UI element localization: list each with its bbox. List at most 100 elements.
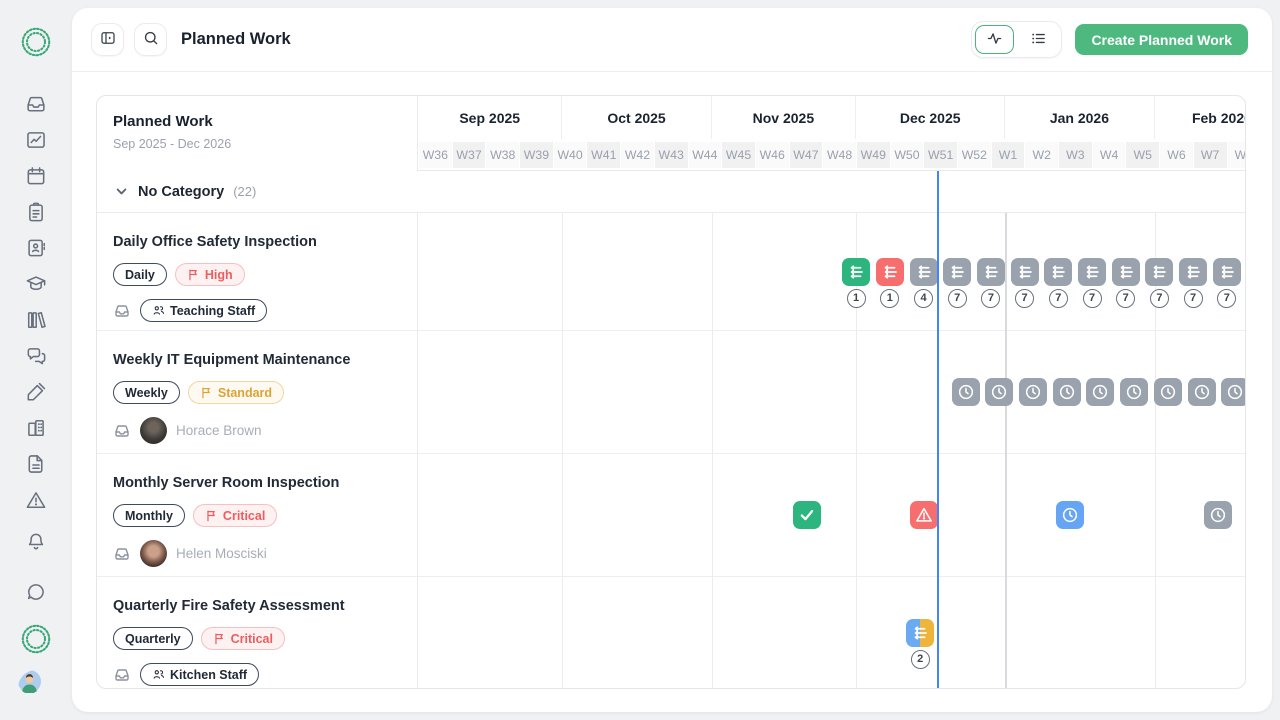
work-marker-list[interactable] [977,258,1005,286]
week-label: W7 [1193,142,1227,168]
page-title: Planned Work [181,30,291,49]
sidebar-item-compose-icon[interactable] [25,381,48,404]
timeline-view-button[interactable] [975,25,1014,54]
work-marker-list[interactable] [1179,258,1207,286]
frequency-badge: Quarterly [113,627,193,650]
task-row[interactable]: Weekly IT Equipment MaintenanceWeeklySta… [97,331,1245,454]
work-marker-list[interactable] [906,619,934,647]
create-planned-work-button[interactable]: Create Planned Work [1075,24,1248,55]
task-info: Quarterly Fire Safety AssessmentQuarterl… [97,577,418,688]
work-marker-list[interactable] [1145,258,1173,286]
marker-count: 7 [1049,289,1068,308]
task-row[interactable]: Quarterly Fire Safety AssessmentQuarterl… [97,577,1245,689]
work-marker-list[interactable] [1213,258,1241,286]
work-marker-clock[interactable] [1086,378,1114,406]
assignee-name: Horace Brown [176,423,262,438]
inbox-icon [113,545,131,563]
team-badge: Kitchen Staff [140,663,259,686]
week-label: W48 [822,142,856,168]
work-marker-list[interactable] [1078,258,1106,286]
sidebar-item-office-icon[interactable] [25,417,48,440]
work-marker-clock[interactable] [952,378,980,406]
assignee-name: Helen Mosciski [176,546,267,561]
sidebar-item-document-icon[interactable] [25,453,48,476]
work-marker-clock[interactable] [1019,378,1047,406]
month-label: Feb 2026 [1155,96,1245,139]
list-view-button[interactable] [1019,25,1058,54]
sidebar-item-analytics-icon[interactable] [25,129,48,152]
chevron-down-icon[interactable] [114,184,129,199]
timeline-header: Sep 2025Oct 2025Nov 2025Dec 2025Jan 2026… [418,96,1245,171]
team-label: Teaching Staff [170,304,255,318]
marker-count: 7 [1015,289,1034,308]
week-label: W38 [485,142,519,168]
user-avatar[interactable] [18,670,54,706]
panel-toggle-icon [99,29,117,50]
task-info: Monthly Server Room InspectionMonthlyCri… [97,454,418,576]
sidebar-item-messages-icon[interactable] [25,345,48,368]
badge-line: Weekly Standard [113,381,401,404]
collapse-sidebar-button[interactable] [91,23,124,56]
marker-count: 7 [1150,289,1169,308]
work-marker-clock[interactable] [1120,378,1148,406]
marker-count: 7 [1083,289,1102,308]
work-marker-list[interactable] [943,258,971,286]
work-marker-list[interactable] [842,258,870,286]
gantt-date-range: Sep 2025 - Dec 2026 [113,137,401,151]
gantt-title-block: Planned Work Sep 2025 - Dec 2026 [97,96,418,171]
work-marker-list[interactable] [1044,258,1072,286]
gantt-title: Planned Work [113,113,401,130]
work-marker-clock[interactable] [1204,501,1232,529]
sidebar-item-calendar-icon[interactable] [25,165,48,188]
week-label: W41 [586,142,620,168]
priority-badge: Critical [201,627,285,650]
task-row[interactable]: Daily Office Safety Inspection DailyHigh T… [97,213,1245,331]
work-marker-clock[interactable] [985,378,1013,406]
brand-wreath-icon[interactable] [16,619,56,659]
team-badge: Teaching Staff [140,299,267,322]
app-root: Planned Work Create Planned Work [0,0,1280,720]
sidebar-item-contacts-icon[interactable] [25,237,48,260]
sidebar-item-issues-icon[interactable] [25,489,48,512]
week-label: W50 [890,142,924,168]
priority-badge: Critical [193,504,277,527]
activity-icon [986,30,1003,50]
task-row[interactable]: Monthly Server Room InspectionMonthlyCri… [97,454,1245,577]
sidebar-item-inbox-icon[interactable] [25,93,48,116]
work-marker-clock[interactable] [1188,378,1216,406]
avatar [140,417,167,444]
work-marker-warning[interactable] [910,501,938,529]
priority-badge: Standard [188,381,284,404]
work-marker-list[interactable] [1112,258,1140,286]
frequency-badge: Weekly [113,381,180,404]
week-label: W1 [991,142,1025,168]
work-marker-list[interactable] [876,258,904,286]
week-row: W36W37W38W39W40W41W42W43W44W45W46W47W48W… [418,139,1245,171]
sidebar-item-clipboard-icon[interactable] [25,201,48,224]
task-title: Daily Office Safety Inspection [113,234,401,250]
sidebar-item-education-icon[interactable] [25,273,48,296]
category-count: (22) [233,184,256,199]
search-button[interactable] [134,23,167,56]
task-timeline [418,454,1245,576]
gantt-panel: Planned Work Sep 2025 - Dec 2026 Sep 202… [96,95,1246,689]
work-marker-list[interactable] [1011,258,1039,286]
sidebar-item-chat-icon[interactable] [25,581,48,604]
work-marker-clock[interactable] [1154,378,1182,406]
app-logo [16,22,56,62]
inbox-icon [113,422,131,440]
category-row[interactable]: No Category (22) [97,171,1245,213]
month-label: Oct 2025 [562,96,711,139]
app-sidebar [0,0,72,720]
work-marker-check[interactable] [793,501,821,529]
month-label: Jan 2026 [1005,96,1154,139]
sidebar-item-library-icon[interactable] [25,309,48,332]
work-marker-clock[interactable] [1056,501,1084,529]
work-marker-list[interactable] [910,258,938,286]
task-timeline [418,331,1245,453]
week-label: W36 [418,142,452,168]
work-marker-clock[interactable] [1053,378,1081,406]
sidebar-item-notifications-icon[interactable] [25,531,48,554]
work-marker-clock[interactable] [1221,378,1245,406]
badge-line: DailyHigh [113,263,401,286]
